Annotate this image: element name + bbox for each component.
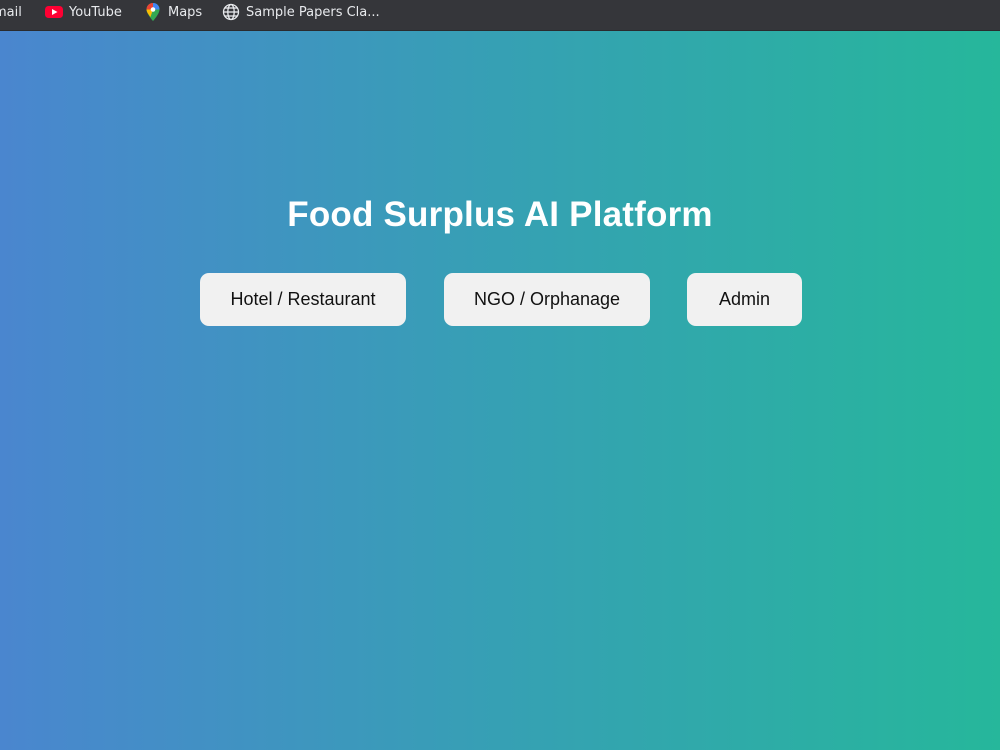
admin-button[interactable]: Admin xyxy=(687,273,802,326)
bookmark-label: Sample Papers Cla... xyxy=(246,4,380,20)
bookmark-label: mail xyxy=(0,4,22,20)
page-background: Food Surplus AI Platform Hotel / Restaur… xyxy=(0,31,1000,750)
bookmarks-bar: mail YouTube Maps Sample Papers Cla... xyxy=(0,0,1000,31)
ngo-orphanage-button[interactable]: NGO / Orphanage xyxy=(444,273,650,326)
bookmark-sample-papers[interactable]: Sample Papers Cla... xyxy=(222,0,380,24)
bookmark-maps[interactable]: Maps xyxy=(144,0,202,24)
bookmark-label: Maps xyxy=(168,4,203,20)
bookmark-gmail[interactable]: mail xyxy=(0,0,22,24)
hotel-restaurant-button[interactable]: Hotel / Restaurant xyxy=(200,273,406,326)
bookmark-label: YouTube xyxy=(69,4,122,20)
page-title: Food Surplus AI Platform xyxy=(287,195,713,234)
maps-icon xyxy=(144,3,162,21)
youtube-icon xyxy=(45,3,63,21)
bookmark-youtube[interactable]: YouTube xyxy=(45,0,122,24)
globe-icon xyxy=(222,3,240,21)
